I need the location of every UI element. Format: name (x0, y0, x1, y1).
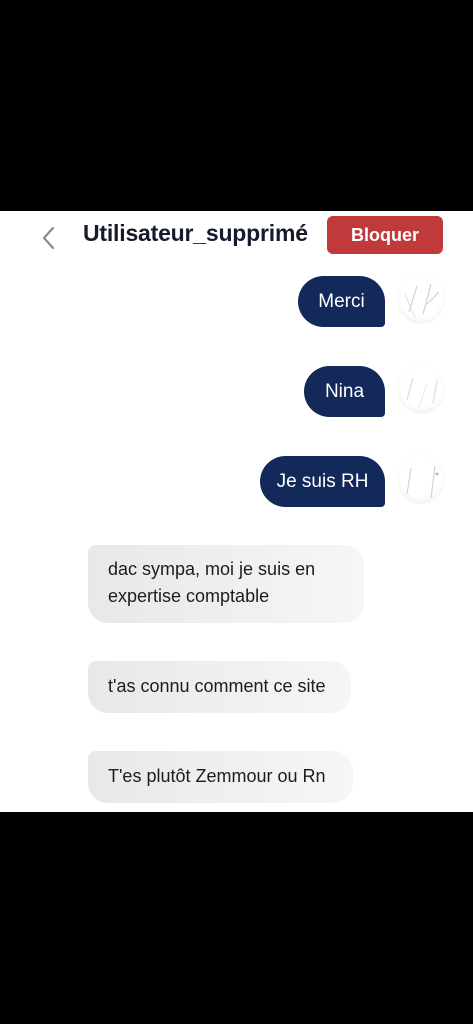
avatar-image (404, 283, 440, 319)
incoming-message: dac sympa, moi je suis en expertise comp… (88, 545, 364, 623)
message-text: dac sympa, moi je suis en expertise comp… (108, 559, 316, 606)
chevron-left-icon (42, 226, 55, 250)
incoming-message: T'es plutôt Zemmour ou Rn (88, 751, 353, 803)
message-text: Nina (324, 380, 365, 402)
chat-panel: Utilisateur_supprimé Bloquer Merci Nina … (0, 211, 473, 812)
message-text: T'es plutôt Zemmour ou Rn (108, 766, 326, 786)
outgoing-message: Merci (298, 276, 385, 327)
avatar[interactable] (397, 274, 445, 324)
message-text: Merci (318, 290, 365, 312)
avatar-image (406, 465, 439, 499)
chat-header: Utilisateur_supprimé Bloquer (0, 211, 473, 263)
outgoing-message: Nina (304, 366, 385, 417)
message-text: Je suis RH (276, 470, 369, 492)
incoming-message: t'as connu comment ce site (88, 661, 351, 713)
avatar[interactable] (397, 364, 445, 414)
page-title: Utilisateur_supprimé (83, 220, 308, 246)
outgoing-message: Je suis RH (260, 456, 385, 507)
avatar[interactable] (397, 454, 445, 504)
message-text: t'as connu comment ce site (108, 676, 326, 696)
back-button[interactable] (36, 225, 60, 251)
avatar-image (406, 377, 438, 409)
block-button[interactable]: Bloquer (327, 216, 443, 254)
